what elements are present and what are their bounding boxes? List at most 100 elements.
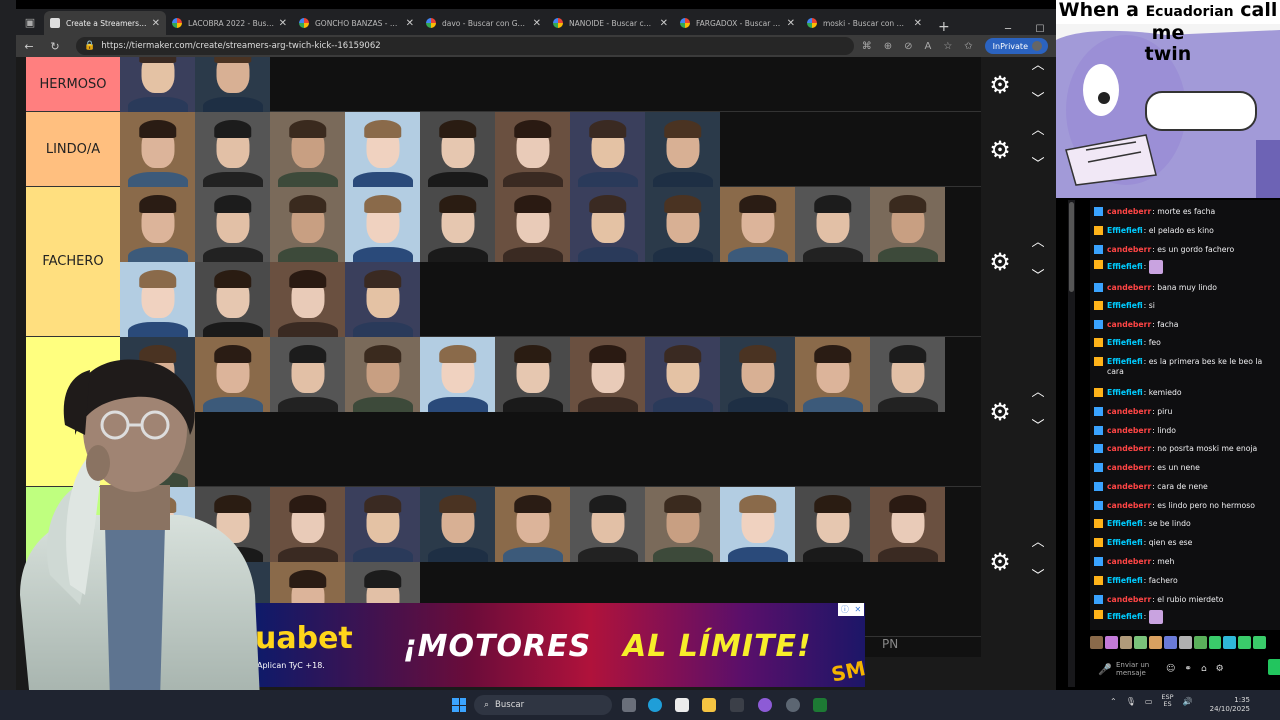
streamer-thumbnail[interactable] xyxy=(420,487,495,562)
chat-username[interactable]: Effiefiefi xyxy=(1107,538,1143,547)
chat-username[interactable]: candeberr xyxy=(1107,557,1151,566)
discord-icon[interactable] xyxy=(758,698,772,712)
streamer-thumbnail[interactable] xyxy=(195,187,270,262)
close-tab-icon[interactable]: ✕ xyxy=(914,18,922,29)
close-tab-icon[interactable]: ✕ xyxy=(787,18,795,29)
chat-input[interactable]: Enviar un mensaje xyxy=(1116,661,1156,677)
emote-picker-icon[interactable]: ☺ xyxy=(1166,664,1175,674)
minimize-icon[interactable]: ─ xyxy=(992,24,1024,35)
streamer-thumbnail[interactable] xyxy=(645,112,720,187)
obs-icon[interactable] xyxy=(786,698,800,712)
browser-tab[interactable]: Create a Streamers ARG (Tw ✕ xyxy=(44,11,166,35)
file-explorer-icon[interactable] xyxy=(702,698,716,712)
link-icon[interactable]: ⚭ xyxy=(1184,664,1192,674)
streamer-thumbnail[interactable] xyxy=(645,487,720,562)
move-tier-down-icon[interactable]: ﹀ xyxy=(1030,157,1046,172)
streamer-thumbnail[interactable] xyxy=(345,112,420,187)
streamer-thumbnail[interactable] xyxy=(720,187,795,262)
chat-badge-icon[interactable] xyxy=(1094,463,1103,472)
chat-username[interactable]: candeberr xyxy=(1107,444,1151,453)
chat-username[interactable]: Effiefiefi xyxy=(1107,262,1143,271)
browser-tab[interactable]: NANOIDE - Buscar con Goo ✕ xyxy=(547,11,674,35)
streamer-thumbnail[interactable] xyxy=(420,187,495,262)
chat-badge-icon[interactable] xyxy=(1094,501,1103,510)
chat-badge-icon[interactable] xyxy=(1094,283,1103,292)
streamer-thumbnail[interactable] xyxy=(870,337,945,412)
close-tab-icon[interactable]: ✕ xyxy=(533,18,541,29)
streamer-thumbnail[interactable] xyxy=(345,337,420,412)
move-tier-up-icon[interactable]: ︿ xyxy=(1030,123,1046,138)
streamer-thumbnail[interactable] xyxy=(270,487,345,562)
chat-username[interactable]: Effiefiefi xyxy=(1107,301,1143,310)
chat-badge-icon[interactable] xyxy=(1094,595,1103,604)
chat-username[interactable]: Effiefiefi xyxy=(1107,338,1143,347)
move-tier-up-icon[interactable]: ︿ xyxy=(1030,58,1046,73)
new-tab-button[interactable]: + xyxy=(928,19,960,35)
windows-start-icon[interactable] xyxy=(452,698,466,712)
browser-tab[interactable]: davo - Buscar con Google ✕ xyxy=(420,11,547,35)
tier-settings-gear-icon[interactable]: ⚙ xyxy=(987,137,1013,163)
streamer-thumbnail[interactable] xyxy=(495,337,570,412)
streamer-thumbnail[interactable] xyxy=(720,487,795,562)
streamer-thumbnail[interactable] xyxy=(345,262,420,337)
tier-settings-gear-icon[interactable]: ⚙ xyxy=(987,72,1013,98)
streamer-thumbnail[interactable] xyxy=(870,187,945,262)
favorites-bar-icon[interactable]: ✩ xyxy=(964,41,972,52)
tier-label[interactable]: HERMOSO xyxy=(26,57,120,111)
move-tier-down-icon[interactable]: ﹀ xyxy=(1030,92,1046,107)
emote-icon[interactable] xyxy=(1119,636,1133,649)
chat-username[interactable]: candeberr xyxy=(1107,595,1151,604)
chat-badge-icon[interactable] xyxy=(1094,388,1103,397)
streamer-thumbnail[interactable] xyxy=(795,337,870,412)
store-app-icon[interactable] xyxy=(675,698,689,712)
reload-icon[interactable]: ↻ xyxy=(42,40,68,53)
move-tier-up-icon[interactable]: ︿ xyxy=(1030,386,1046,400)
chat-username[interactable]: candeberr xyxy=(1107,320,1151,329)
chat-badge-icon[interactable] xyxy=(1094,610,1103,619)
emote-icon[interactable] xyxy=(1104,636,1118,649)
emote-icon[interactable] xyxy=(1149,636,1163,649)
chat-username[interactable]: Effiefiefi xyxy=(1107,519,1143,528)
move-tier-down-icon[interactable]: ﹀ xyxy=(1030,570,1046,584)
streamer-thumbnail[interactable] xyxy=(570,337,645,412)
maximize-icon[interactable]: ☐ xyxy=(1024,24,1056,35)
move-tier-up-icon[interactable]: ︿ xyxy=(1030,536,1046,550)
chat-username[interactable]: candeberr xyxy=(1107,426,1151,435)
tier-label[interactable]: LINDO/A xyxy=(26,112,120,186)
tier-settings-gear-icon[interactable]: ⚙ xyxy=(987,249,1013,275)
streamer-thumbnail[interactable] xyxy=(720,337,795,412)
chat-badge-icon[interactable] xyxy=(1094,320,1103,329)
chat-username[interactable]: Effiefiefi xyxy=(1107,576,1143,585)
move-tier-down-icon[interactable]: ﹀ xyxy=(1030,420,1046,434)
task-view-icon[interactable] xyxy=(622,698,636,712)
streamer-thumbnail[interactable] xyxy=(870,487,945,562)
chat-username[interactable]: candeberr xyxy=(1107,463,1151,472)
streamer-thumbnail[interactable] xyxy=(570,187,645,262)
chat-badge-icon[interactable] xyxy=(1094,557,1103,566)
chat-badge-icon[interactable] xyxy=(1094,245,1103,254)
chat-scrollbar[interactable] xyxy=(1068,200,1075,687)
emote-icon[interactable] xyxy=(1238,636,1252,649)
streamer-thumbnail[interactable] xyxy=(195,57,270,112)
move-tier-up-icon[interactable]: ︿ xyxy=(1030,236,1046,250)
app-icon[interactable] xyxy=(730,698,744,712)
streamer-thumbnail[interactable] xyxy=(120,57,195,112)
translate-icon[interactable]: ⌘ xyxy=(862,41,872,52)
streamer-thumbnail[interactable] xyxy=(120,262,195,337)
streamer-thumbnail[interactable] xyxy=(345,187,420,262)
send-button[interactable] xyxy=(1268,659,1280,675)
window-menu-icon[interactable]: ▣ xyxy=(16,9,44,35)
chat-badge-icon[interactable] xyxy=(1094,444,1103,453)
chat-badge-icon[interactable] xyxy=(1094,357,1103,366)
close-tab-icon[interactable]: ✕ xyxy=(660,18,668,29)
browser-tab[interactable]: LACOBRA 2022 - Buscar con ✕ xyxy=(166,11,293,35)
chat-badge-icon[interactable] xyxy=(1094,338,1103,347)
store-icon[interactable]: ⌂ xyxy=(1201,664,1207,674)
emote-icon[interactable] xyxy=(1223,636,1237,649)
streamer-thumbnail[interactable] xyxy=(270,112,345,187)
chat-badge-icon[interactable] xyxy=(1094,576,1103,585)
chat-badge-icon[interactable] xyxy=(1094,538,1103,547)
chat-username[interactable]: Effiefiefi xyxy=(1107,226,1143,235)
streamer-thumbnail[interactable] xyxy=(195,112,270,187)
terminal-icon[interactable] xyxy=(813,698,827,712)
